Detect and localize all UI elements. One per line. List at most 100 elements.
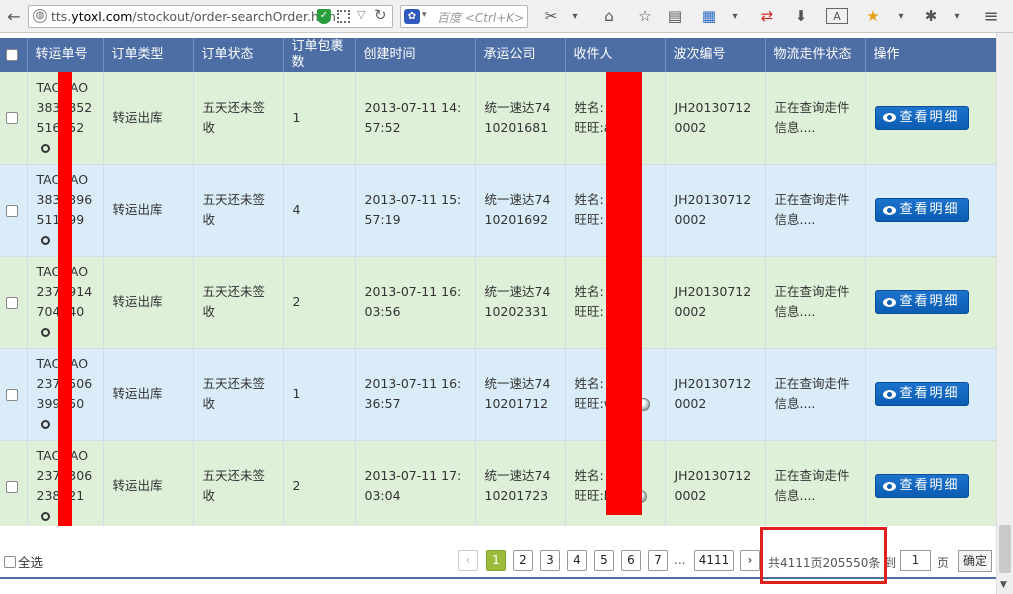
sync-arrows-icon[interactable]: ⇄	[756, 6, 778, 26]
row-select-cell[interactable]	[0, 164, 28, 257]
package-count-cell: 1	[283, 72, 356, 165]
view-detail-label: 查看明细	[899, 202, 960, 217]
page-button-7[interactable]: 7	[648, 550, 668, 571]
table-header-row: 转运单号 订单类型 订单状态 订单包裹数 创建时间 承运公司 收件人 波次编号 …	[0, 38, 997, 72]
row-checkbox[interactable]	[6, 388, 18, 401]
dropdown-arrow-icon[interactable]: ▽	[357, 8, 365, 21]
chevron-down-icon[interactable]: ▾	[894, 6, 908, 26]
chevron-down-icon[interactable]: ▾	[568, 6, 582, 26]
baidu-paw-icon: ✿	[404, 9, 420, 24]
page-button-1[interactable]: 1	[486, 550, 506, 571]
magnifier-icon[interactable]	[40, 420, 50, 429]
magnifier-icon[interactable]	[40, 512, 50, 521]
checkbox[interactable]	[6, 48, 18, 61]
header-select-all[interactable]	[0, 38, 28, 72]
search-box[interactable]: ✿ ▾ 百度 <Ctrl+K>	[400, 5, 528, 28]
translate-icon[interactable]: A	[826, 8, 848, 24]
next-page-button[interactable]: ›	[740, 550, 760, 571]
select-all-checkbox[interactable]	[4, 555, 16, 568]
order-status-cell: 五天还未签收	[193, 256, 284, 349]
column-header: 承运公司	[475, 38, 566, 72]
scrollbar-thumb[interactable]	[999, 525, 1011, 573]
row-select-cell[interactable]	[0, 256, 28, 349]
menu-icon[interactable]: ≡	[980, 6, 1002, 27]
column-header: 波次编号	[665, 38, 766, 72]
eye-icon	[883, 481, 897, 491]
chevron-down-icon[interactable]: ▾	[728, 6, 742, 26]
row-select-cell[interactable]	[0, 72, 28, 165]
qr-code-icon[interactable]	[337, 10, 350, 23]
magnifier-icon[interactable]	[40, 236, 50, 245]
pager-ellipsis: ...	[674, 553, 686, 567]
row-checkbox[interactable]	[6, 112, 18, 125]
chevron-down-icon[interactable]: ▾	[422, 10, 427, 20]
package-count-cell: 2	[283, 256, 356, 349]
chevron-down-icon[interactable]: ▾	[950, 6, 964, 26]
row-select-cell[interactable]	[0, 348, 28, 441]
page-button-4[interactable]: 4	[567, 550, 587, 571]
eye-icon	[883, 205, 897, 215]
screenshot-icon[interactable]: ✂	[540, 6, 562, 26]
row-checkbox[interactable]	[6, 480, 18, 493]
shield-icon[interactable]: ✓	[317, 9, 331, 24]
table-row: TAOBAO3833852516852转运出库五天还未签收12013-07-11…	[0, 72, 997, 165]
view-detail-button[interactable]: 查看明细	[874, 290, 969, 314]
carrier-cell: 统一速达7410201692	[475, 164, 566, 257]
view-detail-button[interactable]: 查看明细	[874, 474, 969, 498]
table-row: TAOBAO2373306238321转运出库五天还未签收22013-07-11…	[0, 440, 997, 533]
order-type-cell: 转运出库	[103, 348, 194, 441]
back-arrow-icon[interactable]: ←	[4, 6, 24, 26]
table-row: TAOBAO3833396511699转运出库五天还未签收42013-07-11…	[0, 164, 997, 257]
home-icon[interactable]: ⌂	[598, 6, 620, 26]
table-row: TAOBAO2370506399350转运出库五天还未签收12013-07-11…	[0, 348, 997, 441]
column-header: 物流走件状态	[765, 38, 866, 72]
magnifier-icon[interactable]	[40, 143, 50, 153]
order-status-cell: 五天还未签收	[193, 72, 284, 165]
redaction-bar	[606, 72, 642, 515]
address-bar[interactable]: ◍ tts.ytoxl.com/stockout/order-searchOrd…	[28, 5, 393, 28]
page-button-2[interactable]: 2	[513, 550, 533, 571]
column-header: 转运单号	[27, 38, 104, 72]
reload-icon[interactable]: ↻	[374, 6, 387, 24]
download-icon[interactable]: ⬇	[790, 6, 812, 26]
last-page-button[interactable]: 4111	[694, 550, 734, 571]
carrier-cell: 统一速达7410201681	[475, 72, 566, 165]
row-checkbox[interactable]	[6, 204, 18, 217]
eye-icon	[883, 297, 897, 307]
select-all[interactable]: 全选	[4, 552, 43, 571]
favorites-star-icon[interactable]: ★	[862, 6, 884, 26]
row-select-cell[interactable]	[0, 440, 28, 533]
page-button-6[interactable]: 6	[621, 550, 641, 571]
view-detail-button[interactable]: 查看明细	[874, 198, 969, 222]
page-button-5[interactable]: 5	[594, 550, 614, 571]
view-detail-label: 查看明细	[899, 109, 960, 125]
row-checkbox[interactable]	[6, 296, 18, 309]
redaction-bar	[58, 72, 72, 528]
magnifier-icon[interactable]	[40, 328, 50, 337]
confirm-button[interactable]: 确定	[958, 550, 992, 572]
page-button-3[interactable]: 3	[540, 550, 560, 571]
orders-table: 转运单号 订单类型 订单状态 订单包裹数 创建时间 承运公司 收件人 波次编号 …	[0, 38, 997, 533]
view-detail-label: 查看明细	[899, 386, 960, 401]
scroll-down-arrow-icon[interactable]: ▼	[1000, 580, 1007, 590]
reading-list-icon[interactable]: ▤	[664, 6, 686, 26]
logistics-status-cell: 正在查询走件信息....	[765, 440, 866, 533]
bug-icon[interactable]: ✱	[920, 6, 942, 26]
star-bookmark-icon[interactable]: ☆	[634, 6, 656, 26]
recipient-wangwang: 旺旺:	[574, 212, 604, 227]
created-time-cell: 2013-07-11 15:57:19	[355, 164, 476, 257]
browser-toolbar: ← ◍ tts.ytoxl.com/stockout/order-searchO…	[0, 0, 1013, 33]
view-detail-button[interactable]: 查看明细	[874, 105, 969, 130]
goto-page-input[interactable]: 1	[900, 550, 931, 571]
eye-icon	[883, 113, 897, 123]
logistics-status-cell: 正在查询走件信息....	[765, 348, 866, 441]
created-time-cell: 2013-07-11 14:57:52	[355, 72, 476, 165]
vertical-scrollbar[interactable]: ▼	[996, 33, 1013, 594]
action-cell: 查看明细	[865, 164, 997, 257]
view-detail-button[interactable]: 查看明细	[874, 382, 969, 406]
wave-number-cell: JH201307120002	[665, 256, 766, 349]
package-count-cell: 1	[283, 348, 356, 441]
prev-page-button[interactable]: ‹	[458, 550, 478, 571]
logistics-status-cell: 正在查询走件信息....	[765, 256, 866, 349]
apps-grid-icon[interactable]: ▦	[698, 6, 720, 26]
